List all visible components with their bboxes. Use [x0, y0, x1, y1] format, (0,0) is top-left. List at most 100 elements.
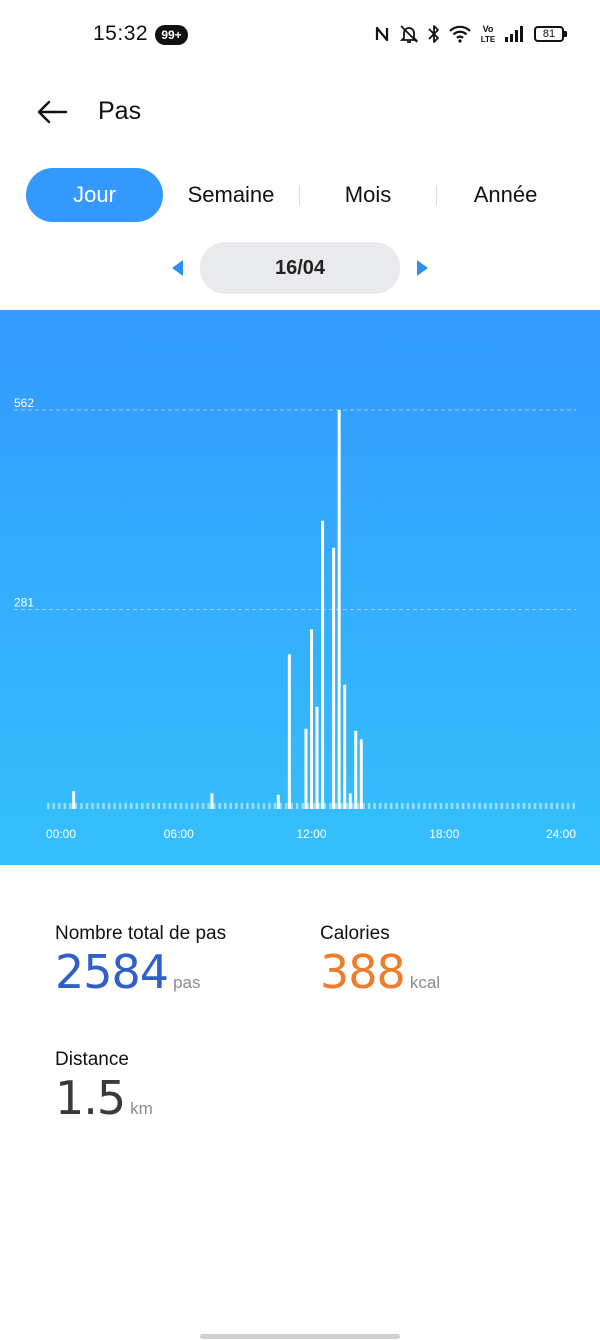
status-icons: Vo LTE 81: [374, 22, 567, 46]
steps-chart: 562 281 00:00 06:00 12:00 18:00 24:00: [14, 396, 576, 841]
baseline-slot: [207, 803, 210, 809]
baseline-slot: [52, 803, 56, 809]
volte-label-bottom: LTE: [481, 35, 496, 44]
signal-icon: [504, 25, 526, 43]
baseline-slot: [224, 803, 227, 809]
baseline-slot: [235, 803, 238, 809]
steps-value: 2584: [55, 945, 169, 999]
baseline-slot: [489, 803, 492, 809]
stats-section: Nombre total de pas 2584 pas Calories 38…: [0, 865, 600, 1325]
baseline-slot: [284, 803, 288, 809]
wifi-icon: [448, 24, 472, 44]
baseline-slot: [561, 803, 564, 809]
baseline-slot: [102, 803, 105, 809]
baseline-slot: [412, 803, 415, 809]
baseline-slot: [240, 803, 244, 809]
triangle-right-icon[interactable]: [417, 260, 428, 276]
step-bar: [210, 793, 214, 809]
baseline-slot: [141, 803, 144, 809]
baseline-slot: [367, 803, 371, 809]
baseline-slot: [384, 803, 387, 809]
arrow-left-icon: [37, 100, 68, 124]
baseline-slot: [522, 803, 526, 809]
step-bar: [304, 728, 308, 809]
baseline-slot: [434, 803, 437, 809]
bluetooth-icon: [428, 24, 440, 44]
silent-bell-icon: [398, 24, 420, 44]
status-bar: 15:32 99+ Vo LTE 81: [0, 0, 600, 68]
baseline-slot: [129, 803, 133, 809]
baseline-slot: [301, 803, 304, 809]
stat-total-steps: Nombre total de pas 2584 pas: [55, 923, 226, 997]
baseline-slot: [196, 803, 199, 809]
baseline-slot: [467, 803, 470, 809]
baseline-slot: [445, 803, 448, 809]
page-title: Pas: [98, 97, 142, 125]
date-selector[interactable]: 16/04: [200, 242, 400, 294]
step-bar: [337, 410, 341, 809]
x-tick-label: 18:00: [429, 827, 459, 841]
baseline-slot: [401, 803, 404, 809]
baseline-slot: [406, 803, 410, 809]
tab-semaine[interactable]: Semaine: [163, 168, 299, 222]
baseline-slot: [423, 803, 426, 809]
y-tick-label: 281: [14, 596, 34, 610]
x-tick-label: 24:00: [546, 827, 576, 841]
calories-unit: kcal: [409, 973, 441, 992]
step-bar: [321, 520, 325, 809]
baseline-slot: [218, 803, 221, 809]
calories-value: 388: [320, 945, 406, 999]
home-indicator[interactable]: [200, 1334, 400, 1339]
period-tabs: Jour Semaine Mois Année: [26, 168, 574, 222]
tab-mois[interactable]: Mois: [300, 168, 436, 222]
baseline-slot: [295, 803, 299, 809]
status-time: 15:32: [93, 22, 149, 45]
baseline-slot: [539, 803, 542, 809]
calories-label: Calories: [320, 923, 390, 944]
back-button[interactable]: [34, 94, 70, 130]
triangle-left-icon[interactable]: [172, 260, 183, 276]
x-tick-label: 06:00: [164, 827, 194, 841]
header: Pas: [0, 80, 600, 140]
baseline-slot: [63, 803, 67, 809]
step-bar: [348, 793, 352, 809]
step-bar: [310, 629, 313, 809]
baseline-slot: [152, 803, 155, 809]
baseline-slot: [69, 803, 72, 809]
baseline-slot: [96, 803, 100, 809]
baseline-slot: [58, 803, 61, 809]
baseline-slot: [135, 803, 138, 809]
baseline-slot: [118, 803, 122, 809]
baseline-slot: [185, 803, 188, 809]
baseline-slot: [456, 803, 459, 809]
baseline-slot: [174, 803, 177, 809]
baseline-slot: [168, 803, 172, 809]
baseline-slot: [47, 803, 50, 809]
step-bar: [72, 791, 76, 809]
baseline-slot: [533, 803, 537, 809]
baseline-slot: [506, 803, 509, 809]
distance-unit: km: [130, 1099, 153, 1118]
battery-icon: 81: [534, 26, 567, 42]
steps-chart-panel: 562 281 00:00 06:00 12:00 18:00 24:00: [0, 310, 600, 865]
baseline-slot: [157, 803, 161, 809]
tab-annee[interactable]: Année: [437, 168, 574, 222]
baseline-slot: [495, 803, 498, 809]
step-bar: [315, 706, 319, 809]
baseline-slot: [268, 803, 271, 809]
baseline-slot: [483, 803, 487, 809]
baseline-slot: [555, 803, 559, 809]
step-bar: [276, 794, 280, 809]
baseline-slot: [179, 803, 183, 809]
baseline-slot: [428, 803, 432, 809]
baseline-slot: [417, 803, 421, 809]
step-bar: [359, 739, 363, 809]
tab-jour[interactable]: Jour: [26, 168, 163, 222]
baseline-slot: [511, 803, 515, 809]
baseline-slot: [190, 803, 194, 809]
baseline-slot: [389, 803, 393, 809]
nfc-icon: [374, 25, 390, 43]
x-tick-label: 00:00: [46, 827, 76, 841]
date-navigator: 16/04: [0, 242, 600, 294]
baseline-slot: [146, 803, 150, 809]
